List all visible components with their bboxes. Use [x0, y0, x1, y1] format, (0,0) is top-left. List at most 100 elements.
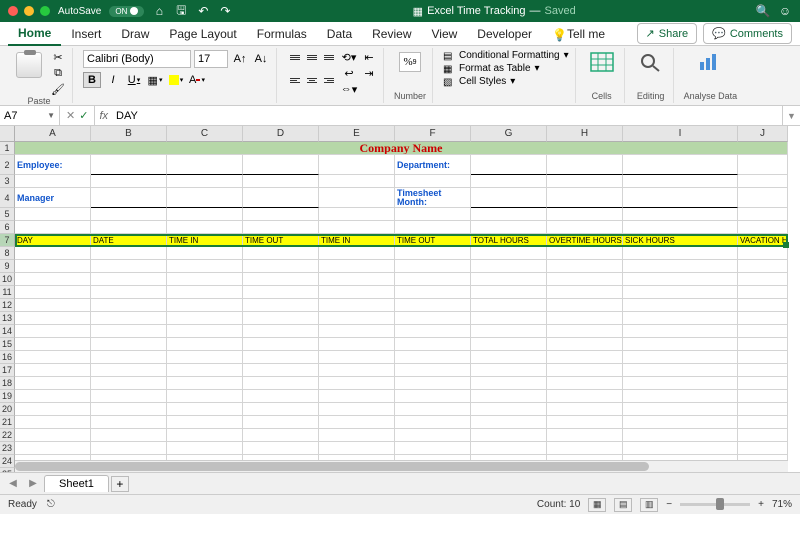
cell-I13[interactable] [623, 312, 738, 325]
cell-F15[interactable] [395, 338, 471, 351]
indent-decrease-icon[interactable]: ⇤ [361, 50, 377, 64]
cell-styles-button[interactable]: ▧Cell Styles ▾ [443, 76, 569, 87]
cell-B19[interactable] [91, 390, 167, 403]
cell-B2[interactable] [91, 155, 167, 175]
close-window-icon[interactable] [8, 6, 18, 16]
tab-formulas[interactable]: Formulas [247, 23, 317, 45]
cell-E20[interactable] [319, 403, 395, 416]
cell-F2[interactable]: Department: [395, 155, 471, 175]
cell-I19[interactable] [623, 390, 738, 403]
cell-D12[interactable] [243, 299, 319, 312]
cell-F12[interactable] [395, 299, 471, 312]
cell-I17[interactable] [623, 364, 738, 377]
cell-G19[interactable] [471, 390, 547, 403]
cell-C21[interactable] [167, 416, 243, 429]
cell-F14[interactable] [395, 325, 471, 338]
fx-label[interactable]: fx [95, 106, 112, 125]
cell-H3[interactable] [547, 175, 623, 188]
cell-I16[interactable] [623, 351, 738, 364]
fill-color-button[interactable]: ▾ [167, 72, 185, 88]
cell-A2[interactable]: Employee: [15, 155, 91, 175]
cell-H8[interactable] [547, 247, 623, 260]
cell-G6[interactable] [471, 221, 547, 234]
cell-C20[interactable] [167, 403, 243, 416]
row-header-23[interactable]: 23 [0, 442, 15, 455]
wrap-text-icon[interactable]: ↩ [341, 66, 357, 80]
cell-J11[interactable] [738, 286, 788, 299]
name-box[interactable]: A7▼ [0, 106, 60, 125]
cell-F10[interactable] [395, 273, 471, 286]
cell-E16[interactable] [319, 351, 395, 364]
autosave-toggle[interactable]: ON [109, 6, 144, 17]
cut-icon[interactable]: ✂ [50, 50, 66, 64]
cell-B7[interactable]: DATE [91, 234, 167, 247]
tab-insert[interactable]: Insert [61, 23, 111, 45]
cell-G14[interactable] [471, 325, 547, 338]
cell-I18[interactable] [623, 377, 738, 390]
cell-C10[interactable] [167, 273, 243, 286]
cell-F20[interactable] [395, 403, 471, 416]
cell-A12[interactable] [15, 299, 91, 312]
cell-E11[interactable] [319, 286, 395, 299]
cell-I3[interactable] [623, 175, 738, 188]
redo-icon[interactable]: ↷ [218, 4, 232, 18]
cell-H12[interactable] [547, 299, 623, 312]
spreadsheet-grid[interactable]: ABCDEFGHIJ 12345678910111213141516171819… [0, 126, 800, 472]
cell-D9[interactable] [243, 260, 319, 273]
zoom-window-icon[interactable] [40, 6, 50, 16]
cell-J22[interactable] [738, 429, 788, 442]
cell-H17[interactable] [547, 364, 623, 377]
cell-F11[interactable] [395, 286, 471, 299]
cell-C16[interactable] [167, 351, 243, 364]
format-painter-icon[interactable]: 🖌 [50, 82, 66, 96]
cell-E14[interactable] [319, 325, 395, 338]
row-header-18[interactable]: 18 [0, 377, 15, 390]
cell-B22[interactable] [91, 429, 167, 442]
zoom-in-button[interactable]: + [758, 499, 764, 510]
cell-A18[interactable] [15, 377, 91, 390]
row-header-2[interactable]: 2 [0, 155, 15, 175]
cell-J8[interactable] [738, 247, 788, 260]
cell-E10[interactable] [319, 273, 395, 286]
cell-G7[interactable]: TOTAL HOURS [471, 234, 547, 247]
cell-J4[interactable] [738, 188, 788, 208]
share-button[interactable]: ↗ Share [637, 23, 698, 44]
cell-A22[interactable] [15, 429, 91, 442]
cell-J6[interactable] [738, 221, 788, 234]
sheet-nav-next-icon[interactable]: ▶ [24, 476, 42, 492]
cell-F3[interactable] [395, 175, 471, 188]
cell-G2[interactable] [471, 155, 547, 175]
cell-I20[interactable] [623, 403, 738, 416]
cell-D16[interactable] [243, 351, 319, 364]
page-break-view-icon[interactable]: ▥ [640, 498, 658, 512]
cell-J21[interactable] [738, 416, 788, 429]
col-header-I[interactable]: I [623, 126, 738, 142]
cell-I14[interactable] [623, 325, 738, 338]
cell-B15[interactable] [91, 338, 167, 351]
row-header-11[interactable]: 11 [0, 286, 15, 299]
orientation-icon[interactable]: ⟲▾ [341, 50, 357, 64]
cell-H13[interactable] [547, 312, 623, 325]
row-header-19[interactable]: 19 [0, 390, 15, 403]
undo-icon[interactable]: ↶ [196, 4, 210, 18]
cell-H20[interactable] [547, 403, 623, 416]
merge-icon[interactable]: ⇔▾ [341, 82, 357, 96]
cell-J9[interactable] [738, 260, 788, 273]
cell-A3[interactable] [15, 175, 91, 188]
cell-J18[interactable] [738, 377, 788, 390]
cell-C7[interactable]: TIME IN [167, 234, 243, 247]
cell-G8[interactable] [471, 247, 547, 260]
cell-A11[interactable] [15, 286, 91, 299]
cell-E4[interactable] [319, 188, 395, 208]
select-all-corner[interactable] [0, 126, 15, 142]
normal-view-icon[interactable]: ▦ [588, 498, 606, 512]
cell-D7[interactable]: TIME OUT [243, 234, 319, 247]
enter-formula-icon[interactable]: ✓ [79, 109, 88, 122]
cell-B4[interactable] [91, 188, 167, 208]
row-header-14[interactable]: 14 [0, 325, 15, 338]
cell-J19[interactable] [738, 390, 788, 403]
cell-E7[interactable]: TIME IN [319, 234, 395, 247]
cell-C3[interactable] [167, 175, 243, 188]
comments-button[interactable]: 💬 Comments [703, 23, 792, 44]
cell-F8[interactable] [395, 247, 471, 260]
